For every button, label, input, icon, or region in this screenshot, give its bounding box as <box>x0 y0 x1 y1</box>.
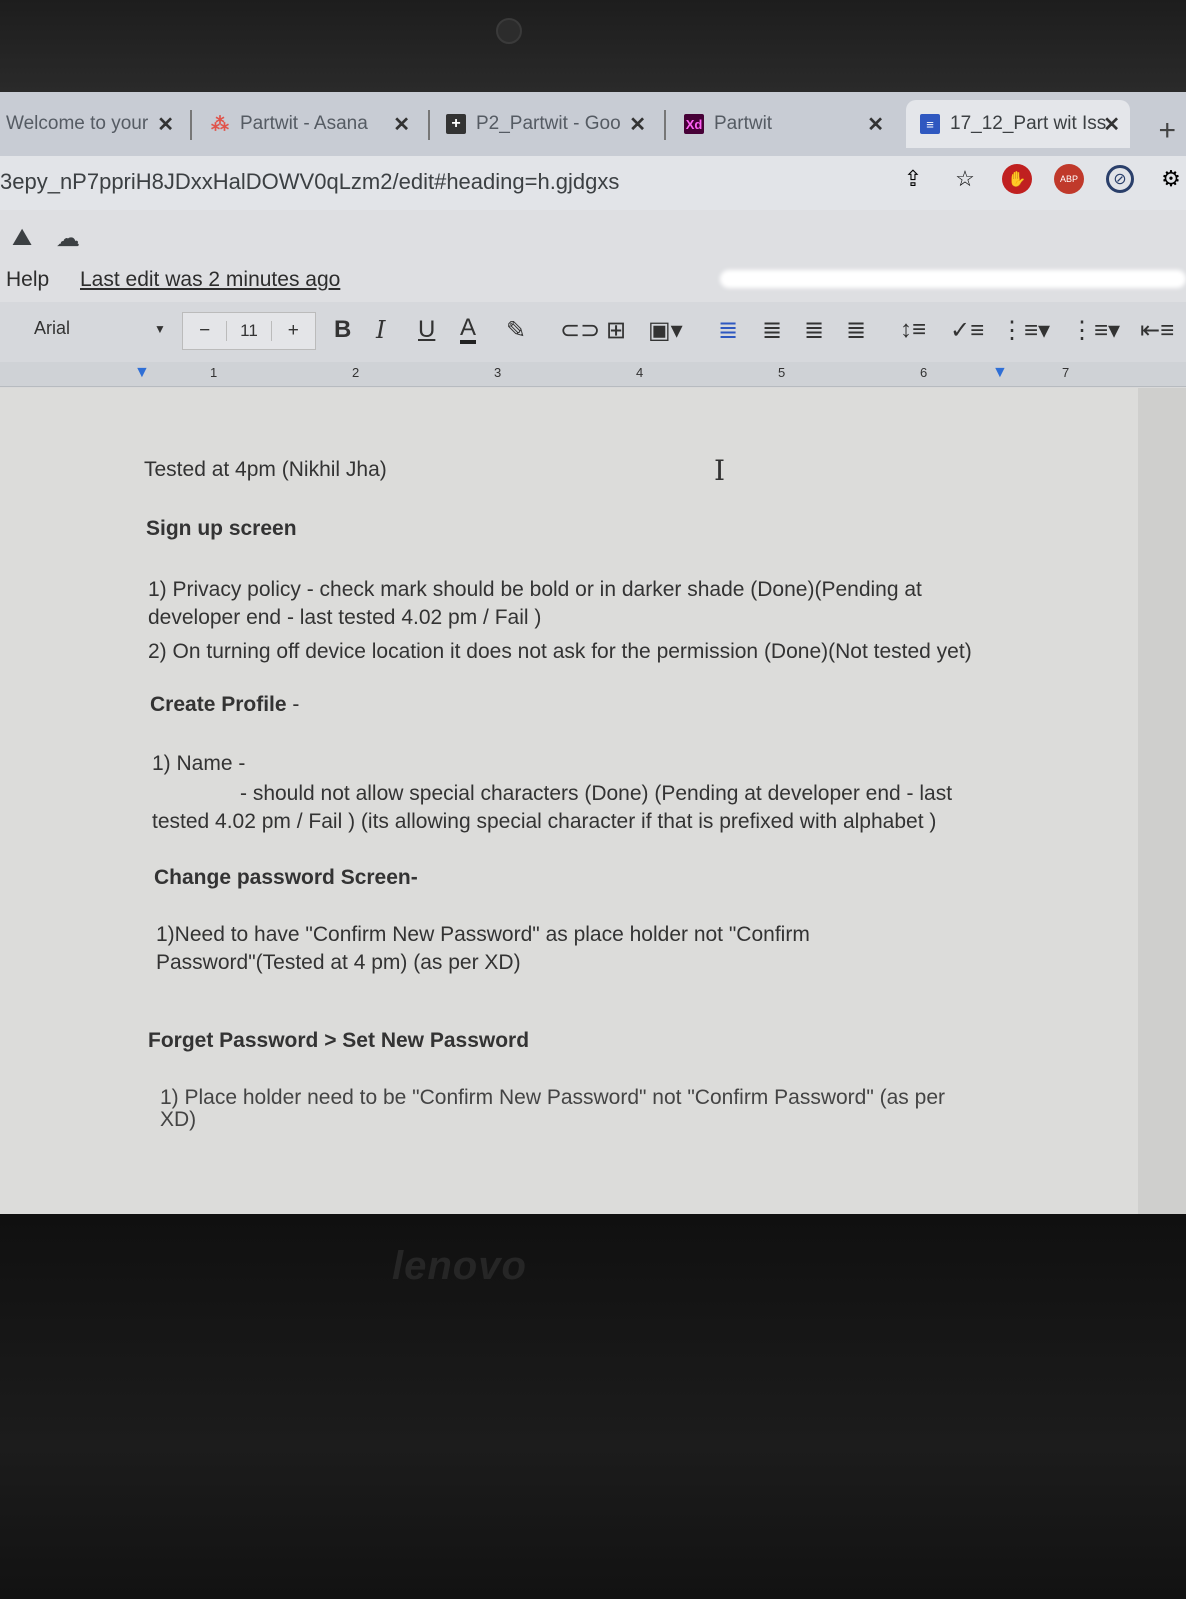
close-icon[interactable]: ✕ <box>157 112 174 137</box>
tab-separator <box>428 110 430 140</box>
tab-welcome[interactable]: Welcome to your ✕ <box>6 100 182 148</box>
doc-line-forget-1b[interactable]: XD) <box>160 1108 196 1132</box>
laptop-bezel-bottom <box>0 1214 1186 1599</box>
checklist-icon[interactable]: ✓≡ <box>950 316 984 345</box>
docs-menu-bar: ⛰ ☁ Help Last edit was 2 minutes ago <box>0 210 1186 302</box>
ruler-mark: 2 <box>352 365 360 380</box>
tab-xd[interactable]: Xd Partwit ✕ <box>684 100 894 148</box>
justify-icon[interactable]: ≣ <box>846 316 866 345</box>
ruler-mark: 5 <box>778 365 786 380</box>
numbered-list-icon[interactable]: ⋮≡▾ <box>1070 316 1120 345</box>
cloud-saved-icon[interactable]: ☁ <box>56 224 80 253</box>
font-size-input[interactable]: 11 <box>226 321 272 341</box>
tab-title: 17_12_Part wit Iss <box>950 113 1107 134</box>
docs-icon: ≡ <box>920 114 940 134</box>
formatting-toolbar: Arial ▼ − 11 + B I U A ✎ ⊂⊃ ⊞ ▣▾ ≣ ≣ ≣ ≣… <box>0 302 1186 362</box>
italic-button[interactable]: I <box>376 316 385 344</box>
ruler-mark: 1 <box>210 365 218 380</box>
laptop-bezel-top <box>0 0 1186 92</box>
highlight-pen-icon[interactable]: ✎ <box>506 316 526 345</box>
close-icon[interactable]: ✕ <box>1103 112 1120 137</box>
asana-icon: ⁂ <box>211 113 229 134</box>
align-center-icon[interactable]: ≣ <box>762 316 782 345</box>
address-bar-actions: ⇪ ☆ ✋ ABP ⊘ ⚙ <box>898 164 1186 194</box>
text-color-button[interactable]: A <box>460 316 477 344</box>
tab-title: Partwit - Asana <box>240 113 368 134</box>
link-icon[interactable]: ⊂⊃ <box>560 316 600 345</box>
webcam <box>496 18 522 44</box>
doc-line-profile-1a[interactable]: - should not allow special characters (D… <box>240 782 952 806</box>
increase-font-size-button[interactable]: + <box>272 320 315 342</box>
tab-separator <box>664 110 666 140</box>
close-icon[interactable]: ✕ <box>867 112 884 137</box>
tab-title: P2_Partwit - Goo <box>476 113 621 134</box>
doc-heading-profile-suffix: - <box>286 693 300 716</box>
ruler-mark: 7 <box>1062 365 1070 380</box>
doc-line-profile-1b[interactable]: tested 4.02 pm / Fail ) (its allowing sp… <box>152 810 936 834</box>
last-edit-link[interactable]: Last edit was 2 minutes ago <box>80 268 340 292</box>
doc-line-forget-1a[interactable]: 1) Place holder need to be "Confirm New … <box>160 1086 945 1110</box>
decrease-font-size-button[interactable]: − <box>183 320 226 342</box>
ruler-mark: 4 <box>636 365 644 380</box>
doc-heading-profile[interactable]: Create Profile <box>150 693 287 716</box>
left-indent-marker-icon[interactable]: ▼ <box>134 364 150 382</box>
xd-icon: Xd <box>684 114 704 134</box>
doc-line-signup-1b[interactable]: developer end - last tested 4.02 pm / Fa… <box>148 606 541 630</box>
ruler: ▼ 1 2 3 4 5 6 ▼ 7 <box>0 362 1186 387</box>
font-size-stepper: − 11 + <box>182 312 316 350</box>
help-menu[interactable]: Help <box>6 268 49 292</box>
align-right-icon[interactable]: ≣ <box>804 316 824 345</box>
font-family-select[interactable]: Arial <box>34 318 70 339</box>
bold-button[interactable]: B <box>334 316 351 344</box>
extensions-icon[interactable]: ⚙ <box>1156 164 1186 194</box>
ruler-mark: 3 <box>494 365 502 380</box>
bookmark-star-icon[interactable]: ☆ <box>950 164 980 194</box>
doc-line-signup-1a[interactable]: 1) Privacy policy - check mark should be… <box>148 578 922 602</box>
doc-line-profile-1[interactable]: 1) Name - <box>152 752 245 776</box>
close-icon[interactable]: ✕ <box>393 112 410 137</box>
right-indent-marker-icon[interactable]: ▼ <box>992 364 1008 382</box>
doc-heading-change-password[interactable]: Change password Screen- <box>154 866 418 890</box>
ruler-mark: 6 <box>920 365 928 380</box>
tab-asana[interactable]: ⁂ Partwit - Asana ✕ <box>210 100 420 148</box>
adblock-plus-icon[interactable]: ABP <box>1054 164 1084 194</box>
doc-line-tested[interactable]: Tested at 4pm (Nikhil Jha) <box>144 458 387 482</box>
insert-image-icon[interactable]: ▣▾ <box>648 316 683 345</box>
screen-glare <box>720 270 1186 288</box>
address-bar: 3epy_nP7ppriH8JDxxHalDOWV0qLzm2/edit#hea… <box>0 156 1186 210</box>
align-left-icon[interactable]: ≣ <box>718 316 738 345</box>
text-cursor-icon: I <box>714 454 726 487</box>
chevron-down-icon[interactable]: ▼ <box>154 322 166 336</box>
doc-heading-forget-password[interactable]: Forget Password > Set New Password <box>148 1029 529 1053</box>
add-comment-icon[interactable]: ⊞ <box>606 316 626 345</box>
url-field[interactable]: 3epy_nP7ppriH8JDxxHalDOWV0qLzm2/edit#hea… <box>0 169 619 195</box>
new-tab-button[interactable]: + <box>1158 114 1176 148</box>
block-extension-icon[interactable]: ⊘ <box>1106 165 1134 193</box>
tab-title: Partwit <box>714 113 773 134</box>
doc-heading-signup[interactable]: Sign up screen <box>146 517 297 541</box>
doc-line-change-1b[interactable]: Password"(Tested at 4 pm) (as per XD) <box>156 951 521 975</box>
bulleted-list-icon[interactable]: ⋮≡▾ <box>1000 316 1050 345</box>
close-icon[interactable]: ✕ <box>629 112 646 137</box>
extension-hand-icon[interactable]: ✋ <box>1002 164 1032 194</box>
move-to-drive-icon[interactable]: ⛰ <box>12 224 32 252</box>
underline-button[interactable]: U <box>418 316 435 344</box>
sheets-icon: + <box>446 114 466 134</box>
page-margin-right <box>1138 388 1186 1214</box>
tab-docs-active[interactable]: ≡ 17_12_Part wit Iss ✕ <box>906 100 1130 148</box>
tab-sheets[interactable]: + P2_Partwit - Goo ✕ <box>446 100 656 148</box>
tab-separator <box>190 110 192 140</box>
share-icon[interactable]: ⇪ <box>898 164 928 194</box>
laptop-brand-logo: lenovo <box>392 1244 527 1288</box>
doc-heading-profile-line[interactable]: Create Profile - <box>150 693 299 717</box>
doc-line-change-1a[interactable]: 1)Need to have "Confirm New Password" as… <box>156 923 810 947</box>
decrease-indent-icon[interactable]: ⇤≡ <box>1140 316 1174 345</box>
tab-title: Welcome to your <box>6 113 149 134</box>
line-spacing-icon[interactable]: ↕≡ <box>900 316 926 344</box>
browser-tab-bar: Welcome to your ✕ ⁂ Partwit - Asana ✕ + … <box>0 92 1186 156</box>
doc-line-signup-2[interactable]: 2) On turning off device location it doe… <box>148 640 972 664</box>
